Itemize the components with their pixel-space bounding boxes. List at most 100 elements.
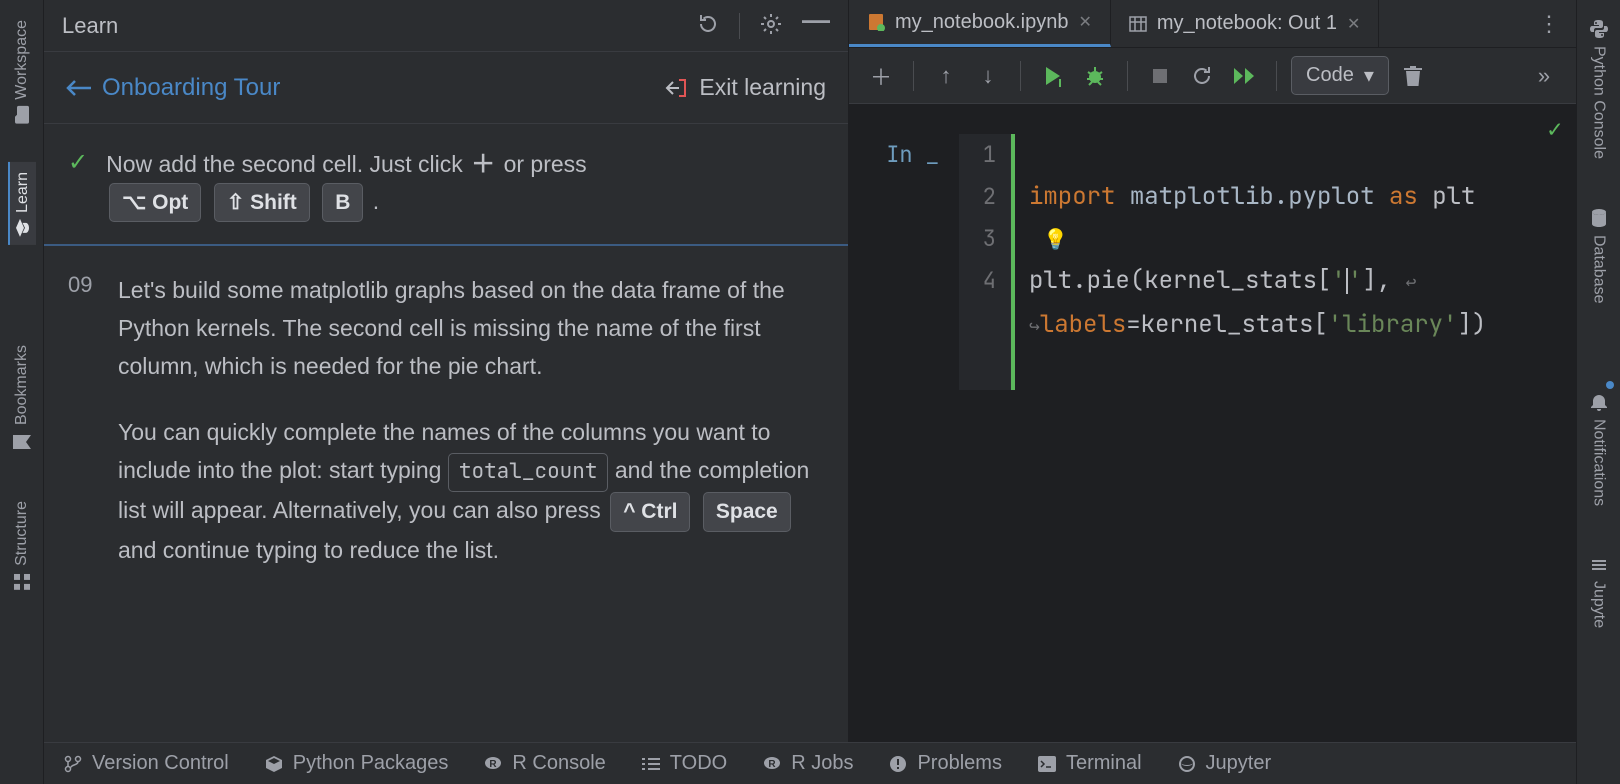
learn-header: Learn — xyxy=(44,0,848,52)
close-icon[interactable]: ✕ xyxy=(1347,14,1360,34)
chevron-down-icon: ▾ xyxy=(1364,63,1374,88)
delete-cell-button[interactable] xyxy=(1395,58,1431,94)
bb-r-jobs[interactable]: R R Jobs xyxy=(763,752,853,775)
structure-icon xyxy=(14,574,30,590)
move-down-button[interactable]: ↓ xyxy=(970,58,1006,94)
bb-problems[interactable]: Problems xyxy=(889,752,1001,775)
reset-icon[interactable] xyxy=(697,13,719,39)
cell-type-select[interactable]: Code ▾ xyxy=(1291,56,1389,95)
run-all-button[interactable] xyxy=(1226,58,1262,94)
bb-python-packages[interactable]: Python Packages xyxy=(265,752,449,775)
warning-icon xyxy=(889,755,907,773)
jupyter-file-icon xyxy=(867,13,885,31)
jupyter-icon xyxy=(1591,557,1607,573)
rail-learn[interactable]: Learn xyxy=(8,162,36,245)
minimize-icon[interactable]: — xyxy=(802,13,830,39)
bookmark-icon xyxy=(13,435,31,449)
bb-jupyter[interactable]: Jupyter xyxy=(1178,752,1272,775)
todo-icon xyxy=(642,757,660,771)
rail-structure[interactable]: Structure xyxy=(9,491,35,600)
tab-overflow-icon[interactable]: ⋮ xyxy=(1522,0,1576,47)
jupyter-icon xyxy=(1178,755,1196,773)
rail-label-jupyter: Jupyte xyxy=(1590,581,1608,628)
packages-icon xyxy=(265,755,283,773)
bottom-tool-bar: Version Control Python Packages R R Cons… xyxy=(44,742,1576,784)
tab-label-1: my_notebook.ipynb xyxy=(895,11,1068,34)
left-tool-rail: Workspace Learn Bookmarks Structure xyxy=(0,0,44,784)
exit-learning-link[interactable]: Exit learning xyxy=(665,74,826,101)
step-number: 09 xyxy=(68,272,100,598)
learn-panel: Learn — Onboarding Tour Exit learning ✓ … xyxy=(44,0,849,784)
toolbar-more-icon[interactable]: » xyxy=(1526,58,1562,94)
lightbulb-icon[interactable]: 💡 xyxy=(1043,226,1068,252)
table-icon xyxy=(1129,15,1147,33)
right-tool-rail: Python Console Database Notifications Ju… xyxy=(1576,0,1620,784)
rail-label-notifications: Notifications xyxy=(1590,419,1608,506)
code-inline-total-count: total_count xyxy=(448,453,609,492)
exit-link-label: Exit learning xyxy=(699,74,826,101)
plus-icon: ＋ xyxy=(469,151,497,179)
line-gutter: 1 2 3 4 xyxy=(959,134,1011,390)
bb-terminal[interactable]: Terminal xyxy=(1038,752,1142,775)
wrap-icon: ↪ xyxy=(1029,315,1040,338)
tab-notebook[interactable]: my_notebook.ipynb ✕ xyxy=(849,0,1111,47)
step-instructions: Let's build some matplotlib graphs based… xyxy=(118,272,824,598)
kbd-ctrl: ^ Ctrl xyxy=(610,492,690,533)
rail-label-bookmarks: Bookmarks xyxy=(13,345,31,425)
r-icon: R xyxy=(763,755,781,773)
bb-r-console[interactable]: R R Console xyxy=(484,752,605,775)
learn-panel-title: Learn xyxy=(62,13,118,39)
r-icon: R xyxy=(484,755,502,773)
editor-tabs: my_notebook.ipynb ✕ my_notebook: Out 1 ✕… xyxy=(849,0,1576,48)
kbd-opt: ⌥ Opt xyxy=(109,183,201,223)
graduation-icon xyxy=(16,219,30,237)
svg-text:R: R xyxy=(769,759,777,770)
cell-prompt: In _ xyxy=(849,134,959,390)
add-cell-button[interactable]: ＋ xyxy=(863,58,899,94)
notebook-toolbar: ＋ ↑ ↓ Code ▾ » xyxy=(849,48,1576,104)
completed-step: ✓ Now add the second cell. Just click ＋ … xyxy=(44,124,848,246)
cell-type-label: Code xyxy=(1306,64,1354,87)
arrow-left-icon xyxy=(66,79,92,97)
kbd-space: Space xyxy=(703,492,791,533)
tab-output[interactable]: my_notebook: Out 1 ✕ xyxy=(1111,0,1380,47)
bb-todo[interactable]: TODO xyxy=(642,752,727,775)
gear-icon[interactable] xyxy=(760,13,782,39)
exit-icon xyxy=(665,76,689,100)
restart-kernel-button[interactable] xyxy=(1184,58,1220,94)
rail-label-learn: Learn xyxy=(14,172,32,213)
check-icon: ✓ xyxy=(68,148,88,177)
editor-area: my_notebook.ipynb ✕ my_notebook: Out 1 ✕… xyxy=(849,0,1576,784)
code-editor[interactable]: ✓ In _ 1 2 3 4 import matplotlib.pyplot … xyxy=(849,104,1576,784)
back-link-label: Onboarding Tour xyxy=(102,74,280,102)
code-content[interactable]: import matplotlib.pyplot as plt 💡 plt.pi… xyxy=(1011,134,1576,390)
back-onboarding-link[interactable]: Onboarding Tour xyxy=(66,74,280,102)
terminal-icon xyxy=(1038,756,1056,772)
rail-label-pyconsole: Python Console xyxy=(1590,46,1608,159)
rail-label-structure: Structure xyxy=(13,501,31,566)
divider xyxy=(1020,61,1021,91)
stop-button[interactable] xyxy=(1142,58,1178,94)
close-icon[interactable]: ✕ xyxy=(1078,12,1091,32)
wrap-icon: ↩ xyxy=(1405,271,1416,294)
rail-python-console[interactable]: Python Console xyxy=(1586,10,1612,169)
python-icon xyxy=(1590,20,1608,38)
folder-icon xyxy=(15,106,29,124)
rail-notifications[interactable]: Notifications xyxy=(1586,383,1612,516)
database-icon xyxy=(1591,209,1607,227)
rail-jupyter[interactable]: Jupyte xyxy=(1586,547,1612,638)
rail-workspace[interactable]: Workspace xyxy=(9,10,35,132)
bell-icon xyxy=(1591,393,1607,411)
divider xyxy=(1276,61,1277,91)
status-check-icon: ✓ xyxy=(1548,114,1562,145)
learn-header-actions: — xyxy=(697,13,830,39)
debug-cell-button[interactable] xyxy=(1077,58,1113,94)
rail-database[interactable]: Database xyxy=(1586,199,1612,314)
completed-step-text: Now add the second cell. Just click ＋ or… xyxy=(106,146,587,222)
run-cell-button[interactable] xyxy=(1035,58,1071,94)
kbd-b: B xyxy=(322,183,363,223)
rail-bookmarks[interactable]: Bookmarks xyxy=(9,335,35,461)
divider xyxy=(739,13,740,39)
bb-version-control[interactable]: Version Control xyxy=(64,752,229,775)
move-up-button[interactable]: ↑ xyxy=(928,58,964,94)
